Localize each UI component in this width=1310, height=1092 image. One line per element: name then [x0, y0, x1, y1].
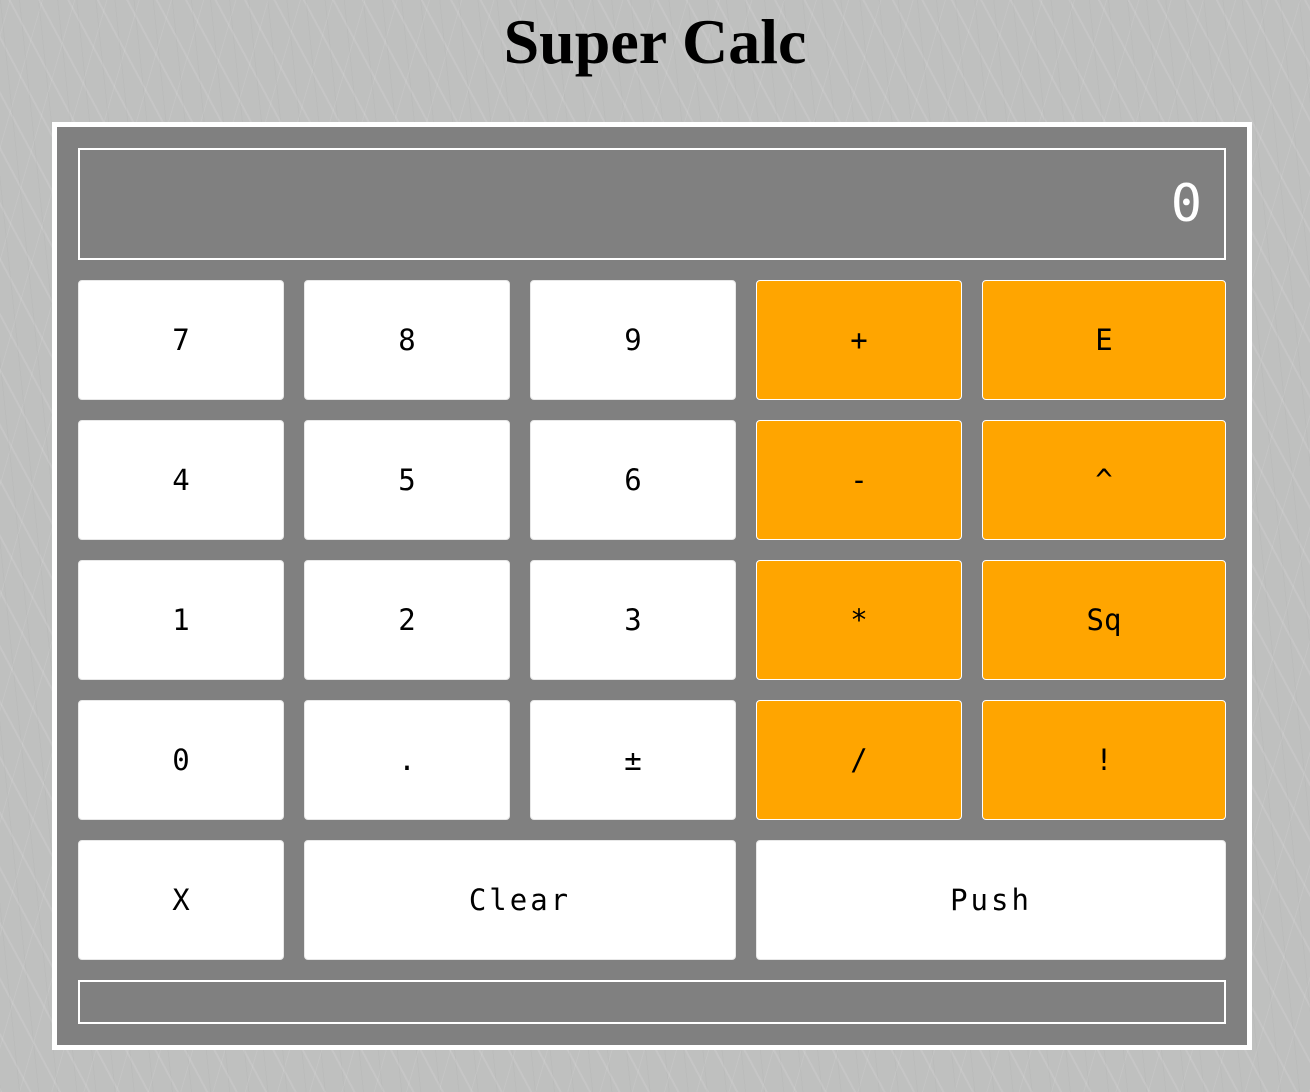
key-1[interactable]: 1	[78, 560, 284, 680]
multiply-button[interactable]: *	[756, 560, 962, 680]
key-2[interactable]: 2	[304, 560, 510, 680]
power-button[interactable]: ^	[982, 420, 1226, 540]
add-button[interactable]: +	[756, 280, 962, 400]
key-8[interactable]: 8	[304, 280, 510, 400]
status-bar	[78, 980, 1226, 1024]
key-6[interactable]: 6	[530, 420, 736, 540]
calculator-display: 0	[78, 148, 1226, 260]
key-0[interactable]: 0	[78, 700, 284, 820]
key-5[interactable]: 5	[304, 420, 510, 540]
square-button[interactable]: Sq	[982, 560, 1226, 680]
app-title: Super Calc	[503, 6, 807, 77]
exponent-button[interactable]: E	[982, 280, 1226, 400]
factorial-button[interactable]: !	[982, 700, 1226, 820]
subtract-button[interactable]: -	[756, 420, 962, 540]
drop-button[interactable]: X	[78, 840, 284, 960]
key-9[interactable]: 9	[530, 280, 736, 400]
key-4[interactable]: 4	[78, 420, 284, 540]
clear-button[interactable]: Clear	[304, 840, 736, 960]
push-button[interactable]: Push	[756, 840, 1226, 960]
calculator-panel: 0 7 8 9 + E 4 5 6 - ^ 1 2 3 * Sq 0 . ± /…	[52, 122, 1252, 1050]
decimal-point-button[interactable]: .	[304, 700, 510, 820]
divide-button[interactable]: /	[756, 700, 962, 820]
key-7[interactable]: 7	[78, 280, 284, 400]
key-3[interactable]: 3	[530, 560, 736, 680]
negate-button[interactable]: ±	[530, 700, 736, 820]
